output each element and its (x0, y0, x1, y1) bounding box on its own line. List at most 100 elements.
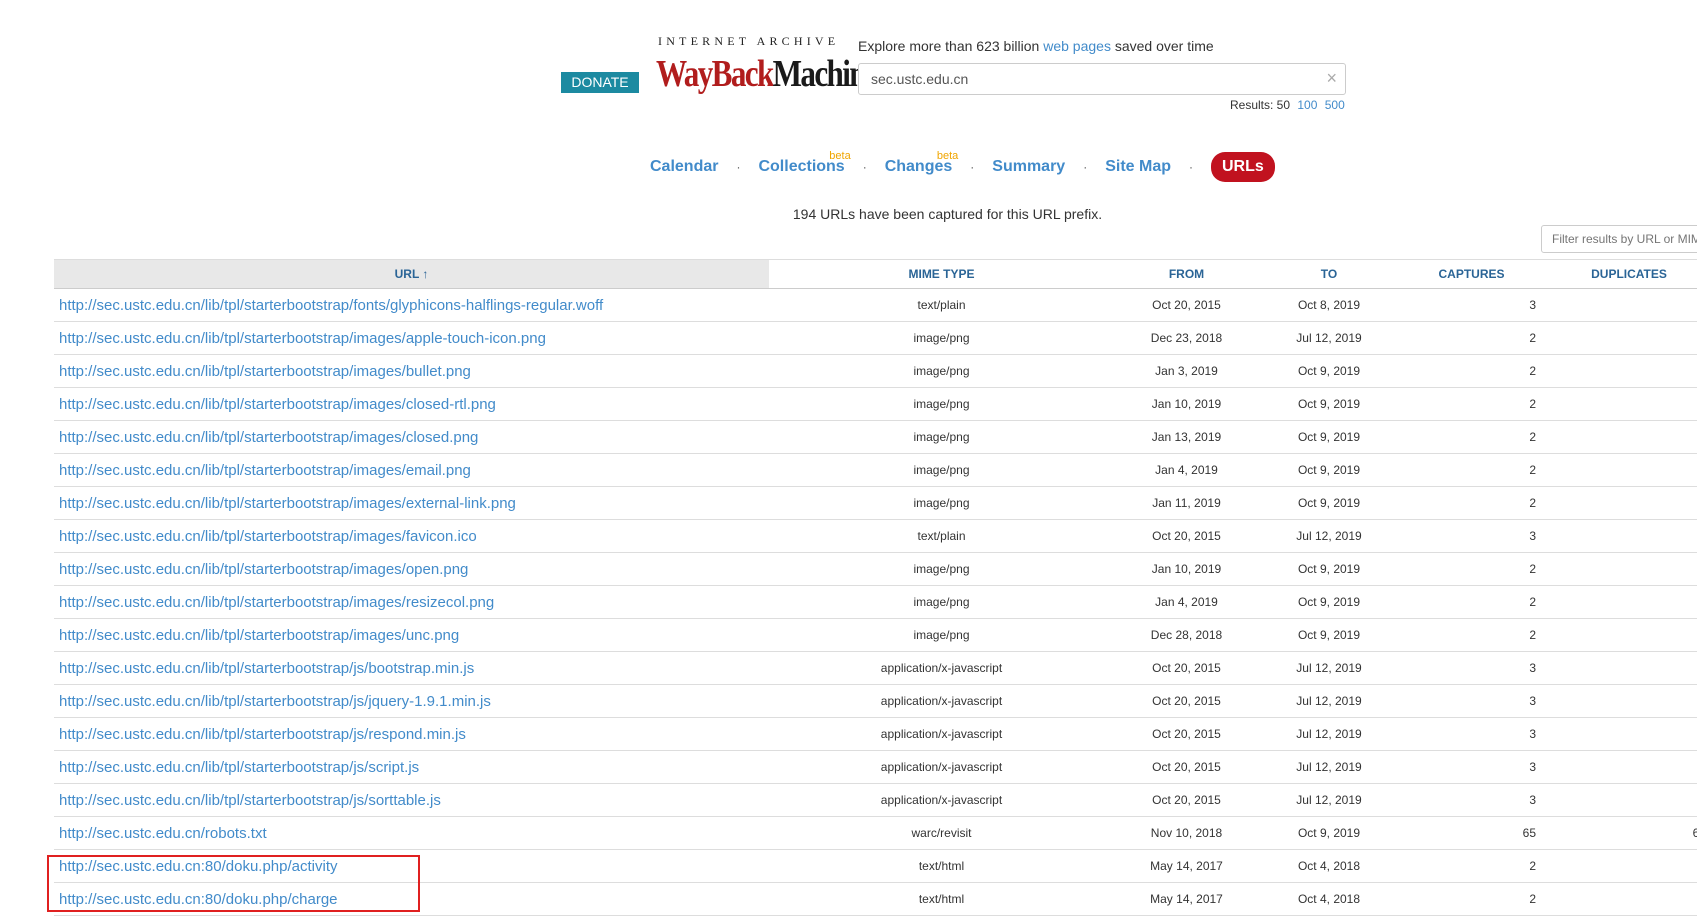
web-pages-link[interactable]: web pages (1043, 38, 1111, 54)
to-date-cell: Jul 12, 2019 (1259, 750, 1399, 784)
tab-collections[interactable]: Collections beta (758, 150, 850, 176)
table-row: http://sec.ustc.edu.cn/robots.txt warc/re… (54, 816, 1697, 850)
captures-cell: 3 (1399, 750, 1544, 784)
url-cell: http://sec.ustc.edu.cn/lib/tpl/starterbo… (54, 486, 769, 520)
url-cell: http://sec.ustc.edu.cn/lib/tpl/starterbo… (54, 585, 769, 619)
url-cell: http://sec.ustc.edu.cn/lib/tpl/starterbo… (54, 288, 769, 322)
url-link[interactable]: http://sec.ustc.edu.cn/lib/tpl/starterbo… (59, 627, 459, 644)
to-date-cell: Jul 12, 2019 (1259, 783, 1399, 817)
url-link[interactable]: http://sec.ustc.edu.cn/lib/tpl/starterbo… (59, 396, 496, 413)
url-search-box: × (858, 63, 1346, 95)
duplicates-cell: 0 (1544, 849, 1697, 883)
table-row: http://sec.ustc.edu.cn/lib/tpl/starterbo… (54, 519, 1697, 553)
captures-cell: 2 (1399, 387, 1544, 421)
mime-type-cell: application/x-javascript (769, 750, 1114, 784)
captures-cell: 2 (1399, 453, 1544, 487)
url-link[interactable]: http://sec.ustc.edu.cn/lib/tpl/starterbo… (59, 594, 494, 611)
table-row: http://sec.ustc.edu.cn:80/doku.php/charg… (54, 882, 1697, 916)
from-date-cell: May 14, 2017 (1114, 849, 1259, 883)
url-cell: http://sec.ustc.edu.cn/robots.txt (54, 816, 769, 850)
column-header-duplicates[interactable]: DUPLICATES (1544, 259, 1697, 289)
url-cell: http://sec.ustc.edu.cn/lib/tpl/starterbo… (54, 387, 769, 421)
captures-cell: 2 (1399, 552, 1544, 586)
mime-type-cell: image/png (769, 321, 1114, 355)
url-link[interactable]: http://sec.ustc.edu.cn/lib/tpl/starterbo… (59, 462, 471, 479)
url-link[interactable]: http://sec.ustc.edu.cn/lib/tpl/starterbo… (59, 759, 419, 776)
duplicates-cell: 1 (1544, 288, 1697, 322)
mime-type-cell: image/png (769, 618, 1114, 652)
to-date-cell: Oct 9, 2019 (1259, 552, 1399, 586)
url-cell: http://sec.ustc.edu.cn:80/doku.php/activ… (54, 849, 769, 883)
duplicates-cell: 1 (1544, 519, 1697, 553)
captures-cell: 2 (1399, 486, 1544, 520)
column-header-from[interactable]: FROM (1114, 259, 1259, 289)
filter-input[interactable] (1541, 225, 1697, 253)
search-input[interactable] (869, 70, 1313, 88)
table-row: http://sec.ustc.edu.cn/lib/tpl/starterbo… (54, 486, 1697, 520)
url-link[interactable]: http://sec.ustc.edu.cn/lib/tpl/starterbo… (59, 660, 474, 677)
to-date-cell: Oct 9, 2019 (1259, 354, 1399, 388)
tab-site-map[interactable]: Site Map (1105, 158, 1171, 176)
url-link[interactable]: http://sec.ustc.edu.cn/robots.txt (59, 825, 267, 842)
mime-type-cell: image/png (769, 354, 1114, 388)
url-link[interactable]: http://sec.ustc.edu.cn/lib/tpl/starterbo… (59, 792, 441, 809)
table-row: http://sec.ustc.edu.cn/lib/tpl/starterbo… (54, 354, 1697, 388)
donate-button[interactable]: DONATE (561, 72, 639, 93)
results-100-link[interactable]: 100 (1297, 98, 1317, 112)
results-500-link[interactable]: 500 (1325, 98, 1345, 112)
tab-separator: · (1189, 160, 1193, 174)
duplicates-cell: 1 (1544, 618, 1697, 652)
url-cell: http://sec.ustc.edu.cn/lib/tpl/starterbo… (54, 420, 769, 454)
tab-calendar[interactable]: Calendar (650, 158, 718, 176)
tab-urls[interactable]: URLs (1211, 152, 1275, 182)
captures-cell: 3 (1399, 783, 1544, 817)
duplicates-cell: 0 (1544, 882, 1697, 916)
url-link[interactable]: http://sec.ustc.edu.cn/lib/tpl/starterbo… (59, 693, 491, 710)
tab-changes[interactable]: Changes beta (885, 150, 959, 176)
url-link[interactable]: http://sec.ustc.edu.cn/lib/tpl/starterbo… (59, 726, 466, 743)
duplicates-cell: 1 (1544, 750, 1697, 784)
column-header-to[interactable]: TO (1259, 259, 1399, 289)
wayback-machine-logo[interactable]: INTERNET ARCHIVE WayBackMachine (656, 34, 879, 104)
to-date-cell: Jul 12, 2019 (1259, 651, 1399, 685)
mime-type-cell: image/png (769, 387, 1114, 421)
url-link[interactable]: http://sec.ustc.edu.cn/lib/tpl/starterbo… (59, 297, 603, 314)
url-cell: http://sec.ustc.edu.cn/lib/tpl/starterbo… (54, 321, 769, 355)
url-link[interactable]: http://sec.ustc.edu.cn:80/doku.php/charg… (59, 891, 338, 908)
to-date-cell: Oct 9, 2019 (1259, 420, 1399, 454)
url-link[interactable]: http://sec.ustc.edu.cn/lib/tpl/starterbo… (59, 495, 516, 512)
tab-summary[interactable]: Summary (992, 158, 1065, 176)
url-cell: http://sec.ustc.edu.cn/lib/tpl/starterbo… (54, 354, 769, 388)
url-link[interactable]: http://sec.ustc.edu.cn/lib/tpl/starterbo… (59, 561, 468, 578)
column-header-mime-type[interactable]: MIME TYPE (769, 259, 1114, 289)
captures-cell: 2 (1399, 420, 1544, 454)
url-link[interactable]: http://sec.ustc.edu.cn/lib/tpl/starterbo… (59, 330, 546, 347)
table-row: http://sec.ustc.edu.cn:80/doku.php/activ… (54, 849, 1697, 883)
to-date-cell: Oct 9, 2019 (1259, 816, 1399, 850)
url-cell: http://sec.ustc.edu.cn/lib/tpl/starterbo… (54, 453, 769, 487)
table-row: http://sec.ustc.edu.cn/lib/tpl/starterbo… (54, 651, 1697, 685)
url-link[interactable]: http://sec.ustc.edu.cn/lib/tpl/starterbo… (59, 363, 471, 380)
column-header-captures[interactable]: CAPTURES (1399, 259, 1544, 289)
url-link[interactable]: http://sec.ustc.edu.cn:80/doku.php/activ… (59, 858, 338, 875)
captures-cell: 3 (1399, 684, 1544, 718)
duplicates-cell: 1 (1544, 651, 1697, 685)
duplicates-cell: 1 (1544, 420, 1697, 454)
duplicates-cell: 1 (1544, 552, 1697, 586)
view-tabs: Calendar · Collections beta · Changes beta… (650, 150, 1275, 184)
duplicates-cell: 1 (1544, 684, 1697, 718)
url-cell: http://sec.ustc.edu.cn/lib/tpl/starterbo… (54, 717, 769, 751)
clear-icon[interactable]: × (1326, 68, 1337, 89)
logo-wordmark: WayBackMachine (656, 53, 879, 95)
column-header-url[interactable]: URL ↑ (54, 259, 769, 289)
url-cell: http://sec.ustc.edu.cn/lib/tpl/starterbo… (54, 651, 769, 685)
captures-cell: 2 (1399, 354, 1544, 388)
url-link[interactable]: http://sec.ustc.edu.cn/lib/tpl/starterbo… (59, 429, 478, 446)
table-row: http://sec.ustc.edu.cn/lib/tpl/starterbo… (54, 420, 1697, 454)
to-date-cell: Oct 9, 2019 (1259, 387, 1399, 421)
table-row: http://sec.ustc.edu.cn/lib/tpl/starterbo… (54, 288, 1697, 322)
from-date-cell: Oct 20, 2015 (1114, 717, 1259, 751)
url-link[interactable]: http://sec.ustc.edu.cn/lib/tpl/starterbo… (59, 528, 477, 545)
url-cell: http://sec.ustc.edu.cn/lib/tpl/starterbo… (54, 552, 769, 586)
mime-type-cell: application/x-javascript (769, 783, 1114, 817)
